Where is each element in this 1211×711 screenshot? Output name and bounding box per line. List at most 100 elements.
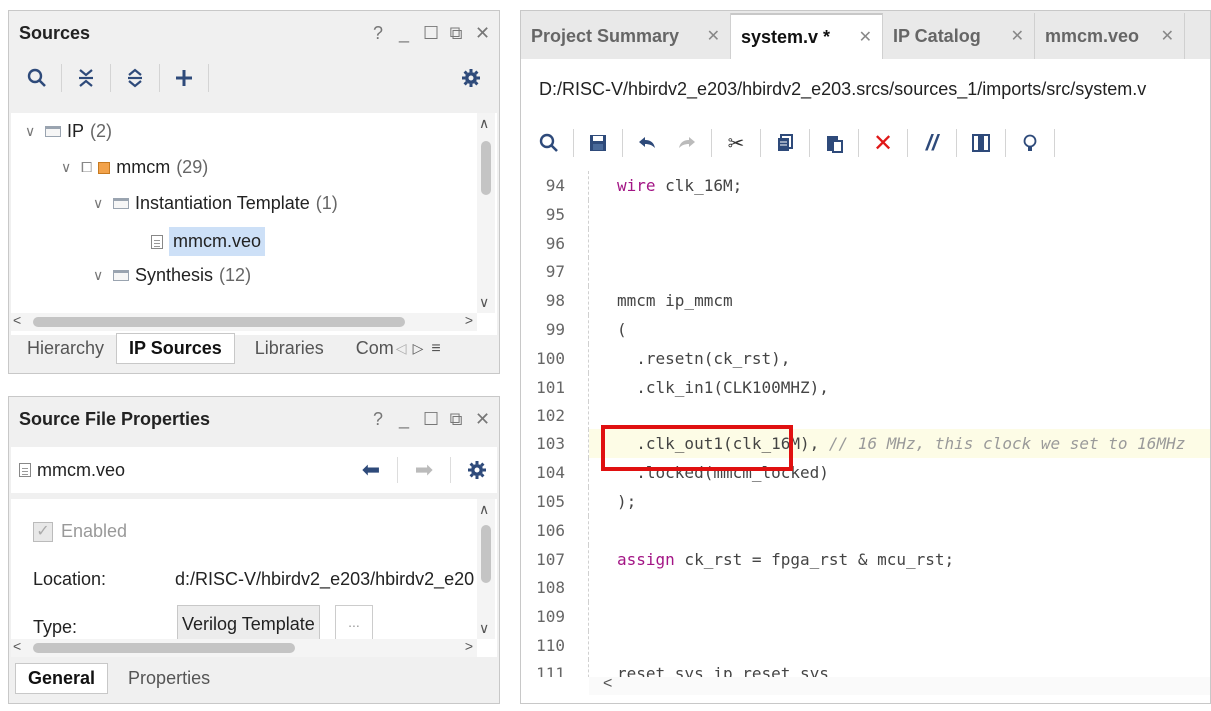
maximize-icon[interactable]: ☐ <box>423 23 439 44</box>
tab-general[interactable]: General <box>15 663 109 694</box>
gutter <box>571 429 589 458</box>
comment: // 16 MHz, this clock we set to 16MHz <box>828 434 1186 453</box>
scroll-left-icon[interactable]: < <box>13 312 21 328</box>
code-line: 98 mmcm ip_mmcm <box>521 286 733 315</box>
toolbar-separator <box>1054 129 1055 157</box>
scroll-thumb[interactable] <box>481 141 491 195</box>
minimize-icon[interactable]: _ <box>397 409 411 430</box>
gutter <box>571 487 589 516</box>
help-icon[interactable]: ? <box>371 23 385 44</box>
tab-libraries[interactable]: Libraries <box>243 334 336 363</box>
code-line: 94 wire clk_16M; <box>521 171 742 200</box>
lightbulb-icon[interactable] <box>1010 125 1050 161</box>
maximize-icon[interactable]: ☐ <box>423 409 439 430</box>
scroll-thumb[interactable] <box>33 643 295 653</box>
horizontal-scrollbar[interactable]: < > <box>11 638 477 657</box>
scroll-right-icon[interactable]: > <box>465 312 473 328</box>
tab-system-v[interactable]: system.v * ✕ <box>731 13 883 59</box>
scroll-left-icon[interactable]: < <box>603 675 612 693</box>
keyword: assign <box>617 550 675 569</box>
add-icon[interactable] <box>164 60 204 96</box>
chevron-down-icon[interactable]: ∨ <box>93 267 107 284</box>
scroll-down-icon[interactable]: ∨ <box>479 294 489 311</box>
scroll-up-icon[interactable]: ∧ <box>479 501 489 518</box>
close-icon[interactable]: ✕ <box>1161 26 1174 46</box>
code-text: ( <box>617 320 627 339</box>
scroll-thumb[interactable] <box>481 525 491 583</box>
toolbar-separator <box>760 129 761 157</box>
tab-menu-icon[interactable]: ≡ <box>431 340 440 358</box>
tree-item-mmcm[interactable]: ∨ ⧠ mmcm (29) <box>61 157 208 178</box>
back-arrow-icon[interactable]: ⬅ <box>351 457 391 483</box>
chevron-down-icon[interactable]: ∨ <box>25 123 39 140</box>
tab-ip-sources[interactable]: IP Sources <box>116 333 235 364</box>
scroll-thumb[interactable] <box>33 317 405 327</box>
tab-ip-catalog[interactable]: IP Catalog ✕ <box>883 13 1035 59</box>
expand-all-icon[interactable] <box>115 60 155 96</box>
gutter <box>571 602 589 631</box>
checkbox-checked-icon[interactable]: ✓ <box>33 521 53 542</box>
code-text: reset_sys ip_reset_sys <box>617 664 829 677</box>
close-icon[interactable]: ✕ <box>1011 26 1024 46</box>
line-number: 100 <box>536 349 565 368</box>
scroll-left-icon[interactable]: < <box>13 638 21 654</box>
paste-icon[interactable] <box>814 125 854 161</box>
tree-item-count: (29) <box>176 157 209 177</box>
undo-icon[interactable] <box>627 125 667 161</box>
scroll-right-icon[interactable]: > <box>465 638 473 654</box>
toolbar-separator <box>110 64 111 92</box>
tab-mmcm-veo[interactable]: mmcm.veo ✕ <box>1035 13 1185 59</box>
float-icon[interactable]: ⧉ <box>449 23 463 44</box>
tree-item-instantiation-template[interactable]: ∨ Instantiation Template (1) <box>93 193 338 214</box>
save-icon[interactable] <box>578 125 618 161</box>
delete-icon[interactable]: ✕ <box>863 125 903 161</box>
sources-toolbar <box>9 55 499 101</box>
tree-item-ip[interactable]: ∨ IP (2) <box>25 121 112 142</box>
float-icon[interactable]: ⧉ <box>449 409 463 430</box>
copy-icon[interactable] <box>765 125 805 161</box>
search-icon[interactable] <box>17 60 57 96</box>
chevron-down-icon[interactable]: ∨ <box>61 159 75 176</box>
tree-item-count: (2) <box>90 121 113 141</box>
comment-toggle-icon[interactable]: // <box>912 125 952 161</box>
tree-item-mmcm-veo[interactable]: mmcm.veo <box>151 227 266 256</box>
collapse-all-icon[interactable] <box>66 60 106 96</box>
vertical-scrollbar[interactable]: ∧ ∨ <box>477 499 495 639</box>
close-icon[interactable]: ✕ <box>475 23 490 44</box>
code-area[interactable]: 94 wire clk_16M; 95 96 97 98 mmcm ip_mmc… <box>521 171 1210 677</box>
tab-project-summary[interactable]: Project Summary ✕ <box>521 13 731 59</box>
forward-arrow-icon[interactable]: ➡ <box>404 457 444 483</box>
folder-icon <box>113 198 129 209</box>
code-line: 97 <box>521 257 589 286</box>
vertical-scrollbar[interactable]: ∧ ∨ <box>477 113 495 313</box>
close-icon[interactable]: ✕ <box>859 27 872 47</box>
gutter <box>571 516 589 545</box>
cut-icon[interactable]: ✂ <box>716 125 756 161</box>
close-icon[interactable]: ✕ <box>475 409 490 430</box>
gear-icon[interactable] <box>457 460 497 480</box>
enabled-checkbox[interactable]: ✓ Enabled <box>33 521 127 542</box>
tab-scroll-left-icon[interactable]: ◁ <box>396 340 407 357</box>
horizontal-scrollbar[interactable]: < <box>589 675 1210 695</box>
type-more-button[interactable]: ... <box>335 605 373 643</box>
chevron-down-icon[interactable]: ∨ <box>93 195 107 212</box>
scroll-up-icon[interactable]: ∧ <box>479 115 489 132</box>
tree-item-synthesis[interactable]: ∨ Synthesis (12) <box>93 265 251 286</box>
search-icon[interactable] <box>529 125 569 161</box>
code-line: 95 <box>521 200 589 229</box>
file-path: D:/RISC-V/hbirdv2_e203/hbirdv2_e203.srcs… <box>539 79 1147 99</box>
gear-icon[interactable] <box>451 60 491 96</box>
close-icon[interactable]: ✕ <box>707 26 720 46</box>
tab-hierarchy[interactable]: Hierarchy <box>15 334 116 363</box>
tab-properties[interactable]: Properties <box>116 664 222 693</box>
redo-icon[interactable] <box>667 125 707 161</box>
column-select-icon[interactable] <box>961 125 1001 161</box>
code-line: 101 .clk_in1(CLK100MHZ), <box>521 373 829 402</box>
horizontal-scrollbar[interactable]: < > <box>11 312 477 331</box>
tab-scroll-right-icon[interactable]: ▷ <box>413 340 424 357</box>
minimize-icon[interactable]: _ <box>397 23 411 44</box>
help-icon[interactable]: ? <box>371 409 385 430</box>
gutter <box>571 229 589 258</box>
tab-compile-order[interactable]: Com <box>344 334 396 363</box>
scroll-down-icon[interactable]: ∨ <box>479 620 489 637</box>
